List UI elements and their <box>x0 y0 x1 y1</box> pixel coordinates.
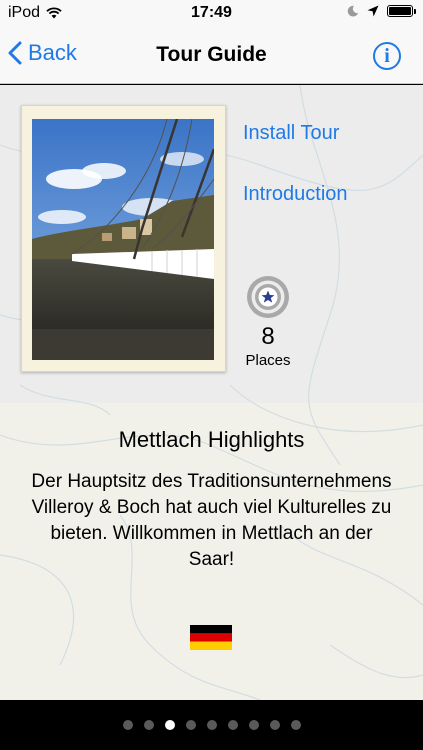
page-dot[interactable] <box>269 720 280 730</box>
introduction-button[interactable]: Introduction <box>243 183 348 206</box>
page-dot[interactable] <box>206 720 217 730</box>
back-button-label: Back <box>28 40 77 65</box>
location-arrow-icon <box>367 5 379 17</box>
moon-icon <box>347 5 359 17</box>
status-bar: iPod 17:49 <box>0 0 423 28</box>
tour-description: Der Hauptsitz des Traditionsunternehmens… <box>31 471 392 570</box>
battery-icon <box>387 5 416 17</box>
places-count: 8 <box>261 323 275 350</box>
page-dot[interactable] <box>185 720 196 730</box>
places-label: Places <box>245 352 291 369</box>
status-right-group <box>347 5 416 17</box>
tour-photo-card[interactable] <box>21 105 226 372</box>
page-indicator[interactable] <box>0 700 423 750</box>
page-dot[interactable] <box>164 720 175 730</box>
page-dot[interactable] <box>290 720 301 730</box>
info-icon: i <box>384 45 390 67</box>
page-dot[interactable] <box>122 720 133 730</box>
info-button[interactable]: i <box>373 42 401 70</box>
install-tour-button[interactable]: Install Tour <box>243 122 339 145</box>
page-dot[interactable] <box>143 720 154 730</box>
tour-title: Mettlach Highlights <box>118 427 305 452</box>
germany-flag-icon <box>190 625 232 650</box>
tour-detail-content: Install Tour Introduction 8 Places Mettl… <box>0 85 423 700</box>
page-dot[interactable] <box>248 720 259 730</box>
places-target-icon <box>247 276 289 318</box>
page-dot[interactable] <box>227 720 238 730</box>
navigation-bar: Back Tour Guide i <box>0 28 423 84</box>
tour-photo <box>32 119 214 360</box>
back-button[interactable]: Back <box>8 40 77 66</box>
chevron-left-icon <box>8 41 22 65</box>
